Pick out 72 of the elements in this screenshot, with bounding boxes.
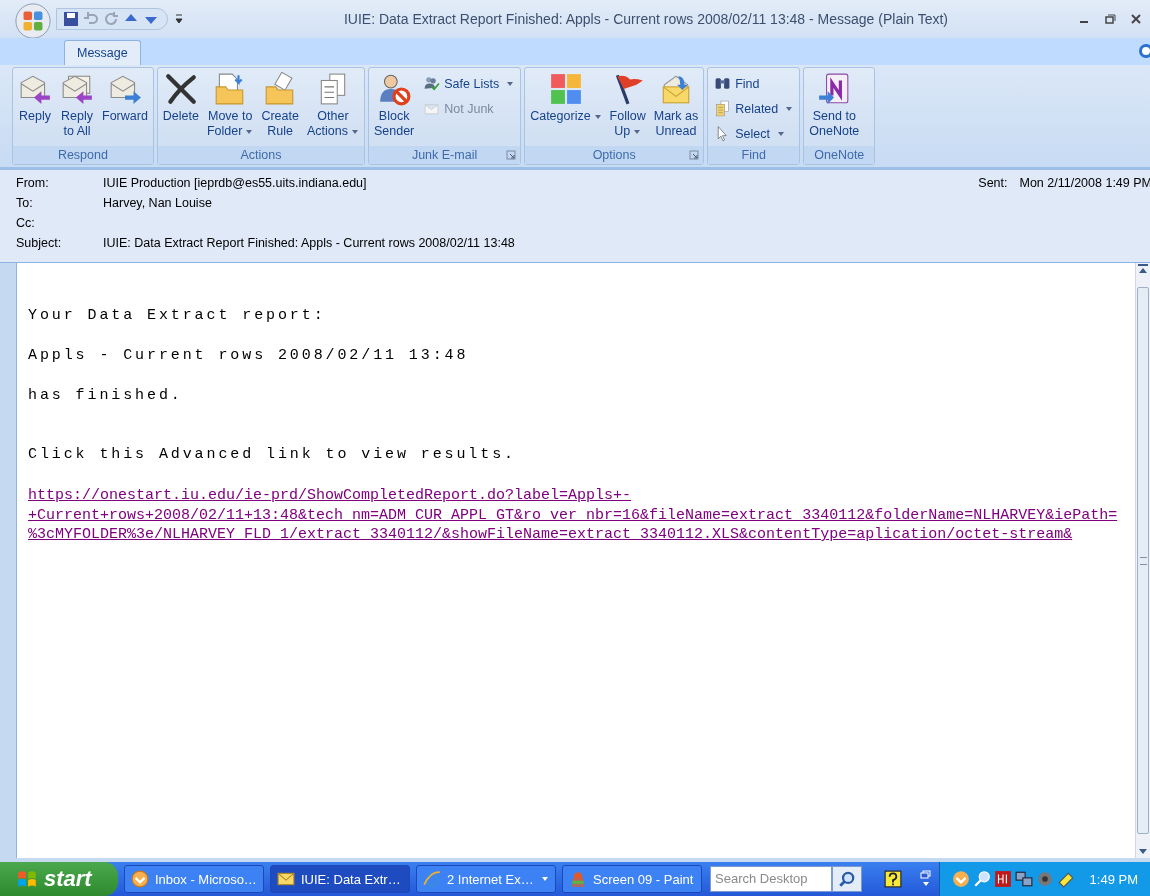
report-link[interactable]: https://onestart.iu.edu/ie-prd/ShowCompletedReport.do?label=Appls+-: [28, 486, 632, 506]
save-icon[interactable]: [63, 11, 79, 27]
field-value: IUIE: Data Extract Report Finished: Appls - Current rows 2008/02/11 13:48: [103, 236, 515, 252]
taskbar-button[interactable]: IUIE: Data Extr…: [270, 865, 410, 893]
group-label: Options: [592, 148, 636, 162]
ribbon-button[interactable]: Follow Up: [606, 70, 649, 146]
ribbon-button[interactable]: Safe Lists: [419, 72, 519, 95]
search-icon: [838, 870, 856, 888]
ribbon-button[interactable]: Delete: [159, 70, 202, 146]
clock-time: 1:49 PM: [1089, 871, 1138, 887]
report-link[interactable]: +Current+rows+2008/02/11+13:48&tech_nm=ADM_CUR_APPL_GT&ro_ver_nbr=16&fileName=extract_3340112&folderName=NLHARVEY&iePath=: [28, 505, 1118, 525]
taskbar-button[interactable]: Screen 09 - Paint: [562, 865, 702, 893]
window-title: IUIE: Data Extract Report Finished: Appls - Current rows 2008/02/11 13:48 - Message (Plain Text): [342, 11, 950, 27]
color-squares-icon: [548, 72, 583, 106]
x-mark-icon: [163, 72, 198, 106]
search-field[interactable]: Search Desktop: [710, 866, 832, 892]
envelope-icon: [277, 870, 295, 888]
pencil-icon[interactable]: [1056, 870, 1075, 888]
field-label: To:: [16, 196, 34, 212]
group-label: Junk E-mail: [411, 148, 478, 162]
group-label: Actions: [240, 148, 282, 162]
field-label: Sent:: [978, 176, 1008, 192]
ribbon-button[interactable]: Reply to All: [57, 70, 97, 146]
group-label: Respond: [57, 148, 108, 162]
office-button[interactable]: [14, 2, 52, 40]
search-button[interactable]: [832, 866, 862, 892]
close-icon[interactable]: [1130, 13, 1142, 25]
ribbon-button[interactable]: Reply: [15, 70, 55, 146]
tray-app-icon[interactable]: [993, 870, 1012, 888]
message-text: Click this Advanced link to view results.: [28, 446, 517, 464]
ribbon-button[interactable]: Move to Folder: [204, 70, 257, 146]
scroll-thumb[interactable]: [1137, 287, 1149, 834]
scrollbar[interactable]: [1135, 263, 1150, 858]
help-icon[interactable]: [884, 870, 902, 888]
message-text: Appls - Current rows 2008/02/11 13:48: [28, 347, 470, 365]
window-switch-icon[interactable]: [920, 870, 932, 888]
ribbon-button[interactable]: Block Sender: [370, 70, 418, 146]
brushes-icon: [569, 870, 587, 888]
group-label: OneNote: [814, 148, 865, 162]
ribbon-tab[interactable]: Message: [64, 40, 141, 65]
ribbon-button[interactable]: Find: [710, 72, 798, 95]
ribbon-button[interactable]: Related: [710, 97, 798, 120]
documents-icon: [714, 100, 732, 117]
report-link[interactable]: %3cMYFOLDER%3e/NLHARVEY_FLD_1/extract_3340112/&showFileName=extract_3340112.XLS&contentType=aplication/octet-stream&: [28, 525, 1073, 545]
taskbar-button[interactable]: 2 Internet Ex…: [416, 865, 556, 893]
ribbon-button[interactable]: Mark as Unread: [650, 70, 702, 146]
dialog-launcher-icon[interactable]: [689, 150, 700, 160]
people-check-icon: [423, 75, 441, 92]
binoculars-icon: [714, 75, 732, 92]
person-blocked-icon: [377, 72, 412, 106]
ribbon-button[interactable]: Categorize: [527, 70, 605, 146]
group-label: Find: [741, 148, 766, 162]
ribbon-button[interactable]: Select: [710, 122, 798, 145]
field-value: IUIE Production [ieprdb@es55.uits.indiana.edu]: [103, 176, 367, 192]
start-button[interactable]: start: [0, 862, 118, 896]
network-icon[interactable]: [1014, 870, 1033, 888]
field-label: From:: [16, 176, 50, 192]
taskbar-button[interactable]: Inbox - Microso…: [124, 865, 264, 893]
field-value: Harvey, Nan Louise: [103, 196, 212, 212]
field-label: Cc:: [16, 216, 36, 232]
dialog-launcher-icon[interactable]: [506, 150, 517, 160]
field-label: Subject:: [16, 236, 63, 252]
message-text: has finished.: [28, 387, 184, 405]
ribbon-button[interactable]: Create Rule: [258, 70, 302, 146]
ribbon-button[interactable]: Other Actions: [303, 70, 362, 146]
customize-caret-icon[interactable]: [174, 13, 184, 25]
magnifier-icon[interactable]: [972, 870, 991, 888]
windows-logo-icon: [16, 868, 38, 890]
ribbon-button[interactable]: Forward: [99, 70, 151, 146]
message-text: Your Data Extract report:: [28, 307, 327, 325]
ribbon-button[interactable]: Send to OneNote: [806, 70, 863, 146]
restore-icon[interactable]: [1104, 13, 1116, 25]
